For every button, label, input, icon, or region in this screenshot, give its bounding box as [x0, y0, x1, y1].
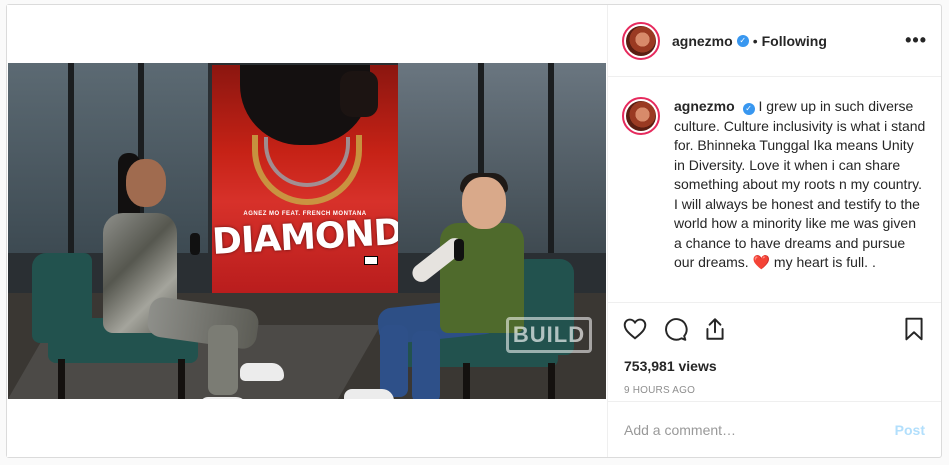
- action-bar: [608, 303, 941, 355]
- following-button[interactable]: Following: [762, 33, 827, 49]
- build-logo-watermark: BUILD: [506, 317, 592, 353]
- sneaker: [200, 397, 248, 399]
- caption-section: agnezmo ✓ I grew up in such diverse cult…: [608, 77, 941, 303]
- sneaker: [344, 389, 394, 399]
- chair-leg: [58, 359, 65, 399]
- heart-icon[interactable]: [622, 316, 648, 342]
- post-media: AGNEZ MO FEAT. FRENCH MONTANA DIAMONDS B…: [7, 5, 607, 457]
- host-figure: [380, 325, 408, 397]
- caption-body: my heart is full. .: [773, 254, 876, 270]
- caption-username-link[interactable]: agnezmo: [674, 98, 735, 114]
- chair-leg: [548, 363, 555, 399]
- post-sidebar: agnezmo ✓ • Following ••• agnezmo ✓ I gr…: [607, 5, 941, 457]
- window-frame: [68, 63, 74, 253]
- comment-input[interactable]: [624, 421, 895, 438]
- instagram-post: AGNEZ MO FEAT. FRENCH MONTANA DIAMONDS B…: [6, 4, 942, 458]
- parental-advisory-label: [364, 256, 378, 265]
- comment-box: Post: [608, 401, 941, 457]
- avatar[interactable]: [622, 97, 660, 135]
- poster-artwork: [340, 71, 378, 117]
- post-header: agnezmo ✓ • Following •••: [608, 5, 941, 77]
- microphone: [454, 239, 464, 261]
- post-timestamp[interactable]: 9 HOURS AGO: [608, 381, 941, 401]
- comment-icon[interactable]: [662, 316, 688, 342]
- share-icon[interactable]: [702, 316, 728, 342]
- username-link[interactable]: agnezmo: [672, 33, 733, 49]
- chair-leg: [463, 363, 470, 399]
- guest-figure: [126, 159, 166, 207]
- verified-badge-icon: ✓: [742, 103, 755, 115]
- more-options-icon[interactable]: •••: [905, 30, 927, 51]
- album-poster: AGNEZ MO FEAT. FRENCH MONTANA DIAMONDS: [212, 65, 398, 293]
- sneaker: [240, 363, 284, 381]
- microphone: [190, 233, 200, 255]
- host-figure: [462, 177, 506, 229]
- view-count[interactable]: 753,981 views: [608, 355, 941, 377]
- video-player[interactable]: AGNEZ MO FEAT. FRENCH MONTANA DIAMONDS B…: [8, 63, 606, 399]
- avatar[interactable]: [622, 21, 660, 60]
- caption-text: agnezmo ✓ I grew up in such diverse cult…: [674, 97, 927, 302]
- separator-dot: •: [752, 32, 758, 49]
- guest-figure: [208, 325, 238, 395]
- host-figure: [412, 331, 440, 399]
- chair-leg: [178, 359, 185, 399]
- verified-badge-icon: ✓: [736, 34, 749, 47]
- heart-emoji: ❤️: [752, 254, 771, 270]
- post-comment-button[interactable]: Post: [895, 422, 925, 438]
- window-frame: [548, 63, 554, 253]
- bookmark-icon[interactable]: [901, 316, 927, 342]
